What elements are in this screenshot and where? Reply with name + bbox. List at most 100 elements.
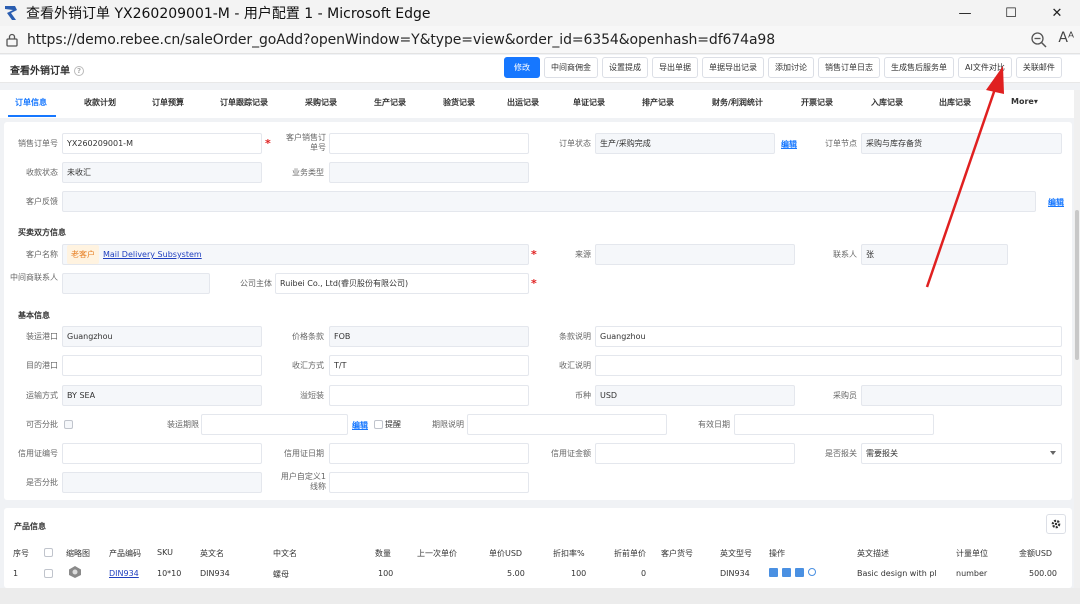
product-thumbnail-icon[interactable] (68, 565, 82, 579)
middleman-commission-button[interactable]: 中间商佣金 (544, 57, 598, 78)
ship-date-label: 装运期限 (167, 420, 199, 429)
ship-date-edit-link[interactable]: 编辑 (352, 420, 368, 431)
parties-section-title: 买卖双方信息 (18, 228, 66, 237)
required-mark: * (531, 248, 537, 261)
row-discount: 100 (571, 569, 587, 578)
order-status-label: 订单状态 (559, 139, 591, 148)
company-field[interactable]: Ruibei Co., Ltd(睿贝股份有限公司) (275, 273, 529, 294)
zoom-out-icon[interactable] (1030, 31, 1048, 49)
row-copy-icon[interactable] (769, 568, 778, 577)
help-icon[interactable]: ? (74, 66, 84, 76)
set-commission-button[interactable]: 设置提成 (602, 57, 648, 78)
order-status-field: 生产/采购完成 (595, 133, 775, 154)
export-records-button[interactable]: 单据导出记录 (702, 57, 764, 78)
product-code-link[interactable]: DIN934 (109, 569, 139, 578)
terms-desc-field[interactable]: Guangzhou (595, 326, 1062, 347)
select-all-checkbox[interactable] (44, 548, 53, 557)
currency-field: USD (595, 385, 795, 406)
customer-po-field[interactable] (329, 133, 529, 154)
business-type-label: 业务类型 (292, 168, 324, 177)
col-last-price: 上一次单价 (417, 549, 457, 558)
tab-purchase-records[interactable]: 采购记录 (305, 97, 337, 108)
customer-name-field: 老客户 Mail Delivery Subsystem (62, 244, 529, 265)
edit-button[interactable]: 修改 (504, 57, 540, 78)
remind-label: 提醒 (385, 420, 401, 429)
lc-amount-label: 信用证金额 (551, 449, 591, 458)
export-document-button[interactable]: 导出单据 (652, 57, 698, 78)
custom1-field[interactable] (329, 472, 529, 493)
valid-date-field[interactable] (734, 414, 934, 435)
close-icon[interactable]: ✕ (1034, 0, 1080, 26)
create-service-order-button[interactable]: 生成售后服务单 (884, 57, 954, 78)
order-status-edit-link[interactable]: 编辑 (781, 139, 797, 150)
tab-shipment-records[interactable]: 出运记录 (507, 97, 539, 108)
row-amount: 500.00 (1029, 569, 1057, 578)
feedback-edit-link[interactable]: 编辑 (1048, 197, 1064, 208)
maximize-icon[interactable]: ☐ (988, 0, 1034, 26)
read-aloud-icon[interactable]: Aᴬ (1058, 30, 1074, 46)
destination-field[interactable] (62, 355, 262, 376)
payment-desc-field[interactable] (595, 355, 1062, 376)
lc-date-label: 信用证日期 (284, 449, 324, 458)
required-mark: * (265, 137, 271, 150)
tab-order-tracking[interactable]: 订单跟踪记录 (220, 97, 268, 108)
tab-scheduling-records[interactable]: 排产记录 (642, 97, 674, 108)
transport-label: 运输方式 (26, 391, 58, 400)
tab-collection-plan[interactable]: 收款计划 (84, 97, 116, 108)
col-english-desc: 英文描述 (857, 549, 889, 558)
url-field[interactable]: https://demo.rebee.cn/saleOrder_goAdd?op… (27, 32, 775, 48)
payment-method-field[interactable]: T/T (329, 355, 529, 376)
tab-stock-in-records[interactable]: 入库记录 (871, 97, 903, 108)
tab-order-budget[interactable]: 订单预算 (152, 97, 184, 108)
payment-method-label: 收汇方式 (292, 361, 324, 370)
deadline-desc-label: 期限说明 (432, 420, 464, 429)
page-scrollbar[interactable] (1074, 90, 1080, 588)
gear-icon[interactable] (1046, 514, 1066, 534)
ship-date-field[interactable] (201, 414, 348, 435)
customs-label: 是否报关 (825, 449, 857, 458)
lock-icon[interactable] (5, 33, 19, 47)
tab-invoice-records[interactable]: 开票记录 (801, 97, 833, 108)
col-customer-item: 客户货号 (661, 549, 693, 558)
order-node-field: 采购与库存备货 (861, 133, 1062, 154)
tab-more[interactable]: More▾ (1011, 97, 1038, 106)
valid-date-label: 有效日期 (698, 420, 730, 429)
col-discount: 折扣率% (553, 549, 585, 558)
tab-finance-profit[interactable]: 财务/利润统计 (712, 97, 763, 108)
add-discussion-button[interactable]: 添加讨论 (768, 57, 814, 78)
customer-name-link[interactable]: Mail Delivery Subsystem (103, 250, 202, 259)
tab-stock-out-records[interactable]: 出库记录 (939, 97, 971, 108)
product-panel: 产品信息 序号 缩略图 产品编码 SKU 英文名 中文名 数量 上一次单价 单价… (4, 508, 1072, 588)
sale-order-no-field[interactable]: YX260209001-M (62, 133, 262, 154)
col-quantity: 数量 (375, 549, 391, 558)
lc-amount-field[interactable] (595, 443, 795, 464)
col-product-code: 产品编码 (109, 549, 141, 558)
related-email-button[interactable]: 关联邮件 (1015, 57, 1062, 78)
purchaser-field (861, 385, 1062, 406)
customer-name-label: 客户名称 (26, 250, 58, 259)
tab-order-info[interactable]: 订单信息 (15, 97, 47, 108)
minimize-icon[interactable]: — (942, 0, 988, 26)
tab-inspection-records[interactable]: 验货记录 (443, 97, 475, 108)
row-checkbox[interactable] (44, 569, 53, 578)
ai-file-compare-button[interactable]: AI文件对比 (958, 57, 1012, 78)
currency-label: 币种 (575, 391, 591, 400)
deadline-desc-field[interactable] (467, 414, 667, 435)
order-log-button[interactable]: 销售订单日志 (818, 57, 880, 78)
lc-date-field[interactable] (329, 443, 529, 464)
row-english-desc: Basic design with pl (857, 569, 937, 578)
tab-document-records[interactable]: 单证记录 (573, 97, 605, 108)
row-edit-icon[interactable] (782, 568, 791, 577)
customs-select[interactable]: 需要报关 (861, 443, 1062, 464)
scrollbar-thumb[interactable] (1075, 210, 1079, 360)
overflow-field[interactable] (329, 385, 529, 406)
required-mark: * (531, 277, 537, 290)
row-delete-icon[interactable] (795, 568, 804, 577)
remind-checkbox[interactable] (374, 420, 383, 429)
row-info-icon[interactable] (808, 568, 816, 576)
customer-po-label: 客户销售订单号 (286, 133, 326, 152)
partial-shipment-checkbox[interactable] (64, 420, 73, 429)
bottom-bar (0, 588, 1080, 604)
lc-no-field[interactable] (62, 443, 262, 464)
tab-production-records[interactable]: 生产记录 (374, 97, 406, 108)
